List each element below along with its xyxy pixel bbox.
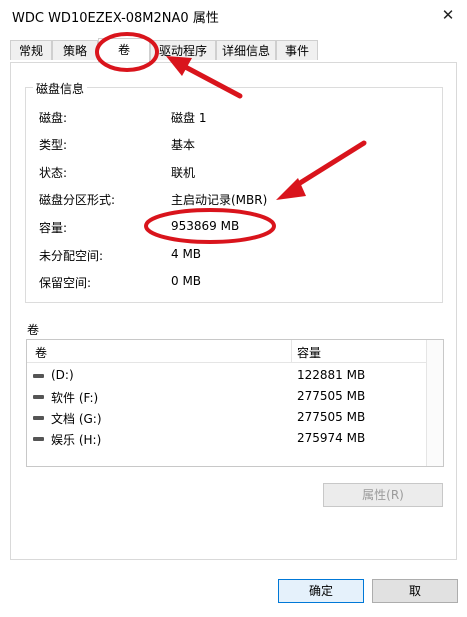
- tab-strip: 常规 策略 卷 驱动程序 详细信息 事件: [10, 38, 457, 62]
- close-icon[interactable]: ✕: [436, 4, 460, 26]
- drive-icon: [33, 395, 44, 399]
- column-header-capacity[interactable]: 容量: [297, 344, 321, 361]
- drive-icon: [33, 374, 44, 378]
- volume-capacity: 122881 MB: [297, 368, 366, 382]
- disk-info-title: 磁盘信息: [33, 80, 88, 97]
- list-scrollbar[interactable]: [426, 340, 443, 466]
- window-title: WDC WD10EZEX-08M2NA0 属性: [12, 11, 219, 26]
- volume-name: 文档 (G:): [51, 412, 102, 426]
- ok-button[interactable]: 确定: [278, 579, 364, 603]
- volume-name: 软件 (F:): [51, 391, 99, 405]
- disk-value: 磁盘 1: [171, 111, 207, 125]
- type-label: 类型:: [39, 138, 68, 152]
- unallocated-value: 4 MB: [171, 247, 202, 261]
- column-header-volume[interactable]: 卷: [35, 344, 47, 361]
- reserved-value: 0 MB: [171, 274, 202, 288]
- status-label: 状态:: [39, 166, 68, 180]
- capacity-value: 953869 MB: [171, 219, 240, 233]
- tab-general[interactable]: 常规: [10, 40, 52, 60]
- capacity-label: 容量:: [39, 221, 68, 235]
- list-item[interactable]: 娱乐 (H:) 275974 MB: [27, 429, 443, 450]
- list-item[interactable]: 软件 (F:) 277505 MB: [27, 387, 443, 408]
- volume-capacity: 277505 MB: [297, 410, 366, 424]
- tab-details[interactable]: 详细信息: [216, 40, 276, 60]
- volume-capacity: 275974 MB: [297, 431, 366, 445]
- volume-name: (D:): [51, 368, 74, 382]
- tab-policies[interactable]: 策略: [52, 40, 98, 60]
- disk-label: 磁盘:: [39, 111, 68, 125]
- list-item[interactable]: 文档 (G:) 277505 MB: [27, 408, 443, 429]
- type-value: 基本: [171, 138, 196, 152]
- title-bar: WDC WD10EZEX-08M2NA0 属性 ✕: [0, 0, 467, 30]
- status-value: 联机: [171, 166, 196, 180]
- partition-style-label: 磁盘分区形式:: [39, 193, 116, 207]
- list-header: 卷 容量: [27, 340, 443, 363]
- reserved-label: 保留空间:: [39, 276, 92, 290]
- volumes-section-label: 卷: [27, 323, 40, 337]
- partition-style-value: 主启动记录(MBR): [171, 193, 268, 207]
- properties-button[interactable]: 属性(R): [323, 483, 443, 507]
- tab-driver[interactable]: 驱动程序: [150, 40, 216, 60]
- drive-icon: [33, 416, 44, 420]
- drive-icon: [33, 437, 44, 441]
- list-item[interactable]: (D:) 122881 MB: [27, 366, 443, 387]
- cancel-button[interactable]: 取: [372, 579, 458, 603]
- tab-events[interactable]: 事件: [276, 40, 318, 60]
- volume-capacity: 277505 MB: [297, 389, 366, 403]
- properties-window: WDC WD10EZEX-08M2NA0 属性 ✕ 常规 策略 卷 驱动程序 详…: [0, 0, 467, 617]
- volumes-list[interactable]: 卷 容量 (D:) 122881 MB 软件 (F:) 277505 MB 文档…: [26, 339, 444, 467]
- volumes-panel: 磁盘信息 磁盘: 磁盘 1 类型: 基本 状态: 联机 磁盘分区形式: 主启动记…: [10, 62, 457, 560]
- volume-name: 娱乐 (H:): [51, 433, 102, 447]
- unallocated-label: 未分配空间:: [39, 249, 104, 263]
- tab-volumes[interactable]: 卷: [98, 38, 150, 62]
- column-divider[interactable]: [291, 340, 292, 362]
